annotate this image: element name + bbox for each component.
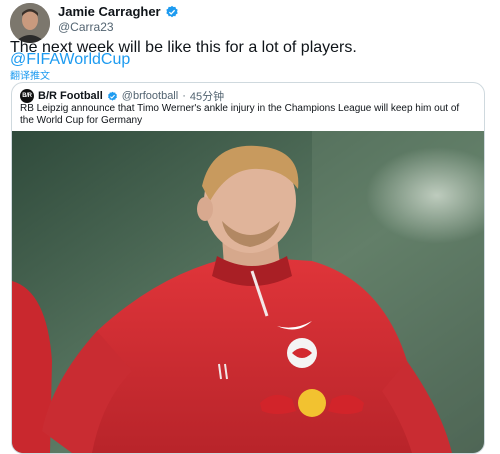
author-name[interactable]: Jamie Carragher — [58, 4, 161, 19]
translate-tweet-link[interactable]: 翻译推文 — [10, 67, 50, 82]
tweet-card[interactable]: Jamie Carragher @Carra23 The next week w… — [0, 0, 500, 454]
quoted-tweet[interactable]: B/R B/R Football @brfootball · 45分钟 RB L… — [11, 82, 485, 454]
quoted-tweet-text: RB Leipzig announce that Timo Werner's a… — [20, 103, 460, 126]
quoted-author-name[interactable]: B/R Football — [38, 90, 103, 102]
author-avatar-image — [10, 3, 50, 43]
player-photo[interactable] — [12, 131, 484, 453]
author-handle[interactable]: @Carra23 — [58, 20, 114, 34]
verified-badge-icon — [165, 5, 178, 17]
verified-badge-icon — [107, 91, 117, 101]
quoted-author-avatar[interactable]: B/R — [20, 89, 34, 103]
author-avatar[interactable] — [10, 3, 50, 43]
separator-dot: · — [182, 90, 186, 102]
quoted-author-handle[interactable]: @brfootball — [122, 90, 178, 102]
quoted-timestamp[interactable]: 45分钟 — [190, 88, 224, 104]
